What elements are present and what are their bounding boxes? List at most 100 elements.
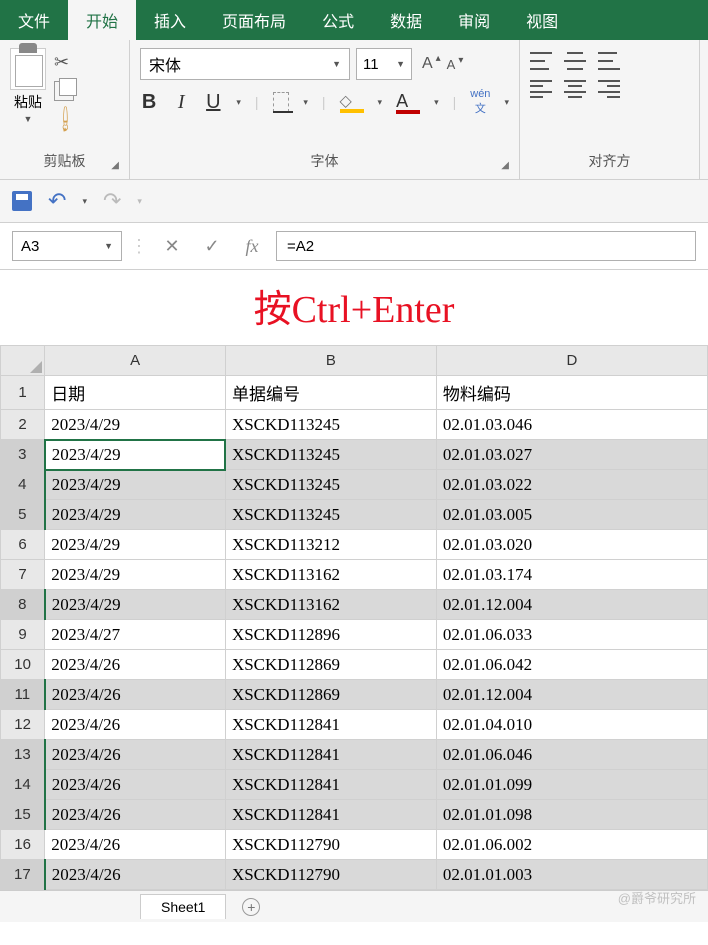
sheet-tab[interactable]: Sheet1	[140, 894, 226, 919]
formula-input[interactable]: =A2	[276, 231, 696, 261]
redo-button[interactable]: ↷	[103, 188, 121, 214]
cell[interactable]: XSCKD113245	[225, 470, 436, 500]
row-header[interactable]: 13	[1, 740, 45, 770]
fill-color-button[interactable]: ◇	[340, 91, 364, 113]
cell[interactable]: 单据编号	[225, 376, 436, 410]
menu-insert[interactable]: 插入	[136, 0, 204, 40]
decrease-font-button[interactable]: A▾	[443, 57, 460, 72]
cell[interactable]: 2023/4/29	[45, 590, 226, 620]
align-center-button[interactable]	[564, 80, 586, 98]
cell[interactable]: 2023/4/29	[45, 410, 226, 440]
cell[interactable]: 02.01.06.042	[436, 650, 707, 680]
menu-layout[interactable]: 页面布局	[204, 0, 304, 40]
cell[interactable]: 2023/4/29	[45, 560, 226, 590]
cell[interactable]: 02.01.03.046	[436, 410, 707, 440]
cell[interactable]: 02.01.12.004	[436, 680, 707, 710]
column-header-A[interactable]: A	[45, 346, 226, 376]
cell[interactable]: XSCKD112869	[225, 650, 436, 680]
menu-file[interactable]: 文件	[0, 0, 68, 40]
row-header[interactable]: 2	[1, 410, 45, 440]
menu-view[interactable]: 视图	[508, 0, 576, 40]
cell[interactable]: 2023/4/26	[45, 740, 226, 770]
undo-button[interactable]: ↶	[48, 188, 66, 214]
chevron-down-icon[interactable]: ▾	[378, 97, 383, 108]
cell[interactable]: 2023/4/26	[45, 680, 226, 710]
cell[interactable]: 日期	[45, 376, 226, 410]
row-header[interactable]: 14	[1, 770, 45, 800]
row-header[interactable]: 8	[1, 590, 45, 620]
cell[interactable]: 02.01.03.005	[436, 500, 707, 530]
chevron-down-icon[interactable]: ▾	[236, 97, 241, 108]
column-header-D[interactable]: D	[436, 346, 707, 376]
cell[interactable]: 02.01.03.174	[436, 560, 707, 590]
save-button[interactable]	[12, 191, 32, 211]
cell[interactable]: 02.01.12.004	[436, 590, 707, 620]
row-header[interactable]: 16	[1, 830, 45, 860]
paste-button[interactable]: 粘贴 ▼	[10, 48, 46, 130]
cell[interactable]: 2023/4/26	[45, 800, 226, 830]
align-right-button[interactable]	[598, 80, 620, 98]
cell[interactable]: 02.01.04.010	[436, 710, 707, 740]
cell[interactable]: 2023/4/26	[45, 650, 226, 680]
cell[interactable]: 物料编码	[436, 376, 707, 410]
align-left-button[interactable]	[530, 80, 552, 98]
copy-icon[interactable]	[54, 81, 74, 101]
increase-font-button[interactable]: A▴	[418, 55, 437, 73]
cell[interactable]: 02.01.03.027	[436, 440, 707, 470]
font-size-dropdown[interactable]: 11 ▼	[356, 48, 412, 80]
row-header[interactable]: 4	[1, 470, 45, 500]
cell[interactable]: 02.01.06.033	[436, 620, 707, 650]
dialog-launcher-icon[interactable]: ◢	[501, 160, 509, 171]
cell[interactable]: 02.01.03.020	[436, 530, 707, 560]
chevron-down-icon[interactable]: ▾	[82, 196, 87, 207]
cell[interactable]: 02.01.06.002	[436, 830, 707, 860]
phonetic-guide-button[interactable]: wén 文	[470, 88, 490, 116]
chevron-down-icon[interactable]: ▾	[137, 196, 142, 207]
select-all-corner[interactable]	[1, 346, 45, 376]
spreadsheet-grid[interactable]: A B D 1 日期 单据编号 物料编码 2 2023/4/29 XSCKD11…	[0, 345, 708, 890]
cell[interactable]: XSCKD113245	[225, 440, 436, 470]
row-header[interactable]: 9	[1, 620, 45, 650]
cell[interactable]: XSCKD113212	[225, 530, 436, 560]
cancel-formula-button[interactable]: ✕	[156, 236, 188, 257]
cut-icon[interactable]: ✂	[54, 52, 77, 73]
cell[interactable]: 02.01.01.099	[436, 770, 707, 800]
cell[interactable]: 2023/4/26	[45, 830, 226, 860]
row-header[interactable]: 6	[1, 530, 45, 560]
cell[interactable]: 2023/4/26	[45, 710, 226, 740]
cell[interactable]: XSCKD112841	[225, 770, 436, 800]
cell[interactable]: XSCKD112790	[225, 830, 436, 860]
font-name-dropdown[interactable]: 宋体 ▼	[140, 48, 350, 80]
insert-function-button[interactable]: fx	[236, 236, 268, 257]
row-header[interactable]: 5	[1, 500, 45, 530]
cell[interactable]: XSCKD112790	[225, 860, 436, 890]
align-top-button[interactable]	[530, 52, 552, 70]
cell[interactable]: XSCKD112869	[225, 680, 436, 710]
cell[interactable]: 2023/4/26	[45, 860, 226, 890]
row-header[interactable]: 17	[1, 860, 45, 890]
cell[interactable]: 2023/4/29	[45, 440, 226, 470]
accept-formula-button[interactable]: ✓	[196, 236, 228, 257]
menu-data[interactable]: 数据	[372, 0, 440, 40]
row-header[interactable]: 12	[1, 710, 45, 740]
row-header[interactable]: 11	[1, 680, 45, 710]
cell[interactable]: XSCKD113245	[225, 410, 436, 440]
row-header[interactable]: 10	[1, 650, 45, 680]
cell[interactable]: 02.01.03.022	[436, 470, 707, 500]
chevron-down-icon[interactable]: ▾	[434, 97, 439, 108]
cell[interactable]: 2023/4/29	[45, 470, 226, 500]
bold-button[interactable]: B	[140, 91, 158, 114]
italic-button[interactable]: I	[172, 91, 190, 114]
align-bottom-button[interactable]	[598, 52, 620, 70]
cell[interactable]: XSCKD112896	[225, 620, 436, 650]
font-color-button[interactable]: A	[396, 91, 420, 114]
menu-formula[interactable]: 公式	[304, 0, 372, 40]
chevron-down-icon[interactable]: ▾	[504, 97, 509, 108]
cell[interactable]: 2023/4/26	[45, 770, 226, 800]
cell[interactable]: 02.01.06.046	[436, 740, 707, 770]
cell[interactable]: XSCKD113162	[225, 560, 436, 590]
chevron-down-icon[interactable]: ▾	[303, 97, 308, 108]
cell[interactable]: XSCKD112841	[225, 710, 436, 740]
column-header-B[interactable]: B	[225, 346, 436, 376]
row-header[interactable]: 7	[1, 560, 45, 590]
